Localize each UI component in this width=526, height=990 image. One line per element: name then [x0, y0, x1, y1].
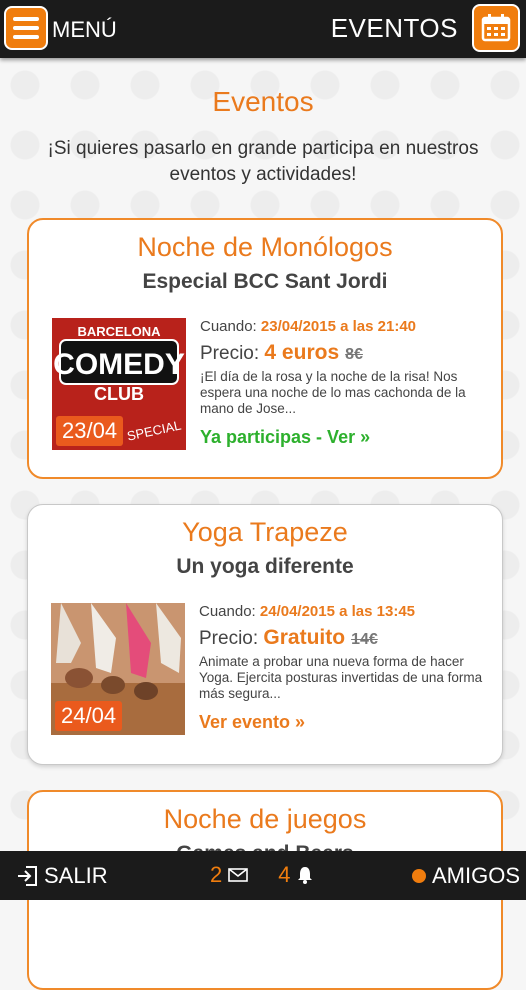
event-image: 24/04	[51, 603, 185, 735]
bottom-bar: SALIR 2 4 AMIGOS	[0, 851, 526, 900]
friends-label: AMIGOS	[431, 863, 520, 888]
event-description: Animate a probar una nueva forma de hace…	[199, 654, 483, 701]
event-price: Precio: 4 euros 8€	[200, 341, 363, 364]
event-card[interactable]: Yoga Trapeze Un yoga diferente 24/04 Cua…	[27, 504, 503, 765]
friends-button[interactable]: AMIGOS	[411, 863, 520, 889]
svg-text:CLUB: CLUB	[94, 384, 144, 404]
notification-counters: 2 4	[210, 862, 313, 888]
page-title: Eventos	[212, 86, 314, 117]
menu-button[interactable]	[4, 6, 48, 50]
date-badge: 23/04	[56, 416, 124, 446]
event-info: Cuando: 24/04/2015 a las 13:45 Precio: G…	[199, 603, 489, 733]
svg-text:BARCELONA: BARCELONA	[77, 324, 161, 339]
messages-button[interactable]: 2	[210, 862, 249, 888]
event-when: Cuando: 24/04/2015 a las 13:45	[199, 603, 416, 620]
svg-text:COMEDY: COMEDY	[53, 348, 185, 381]
notifications-button[interactable]: 4	[278, 862, 312, 888]
top-bar: MENÚ EVENTOS	[0, 0, 526, 58]
event-card[interactable]: Noche de Monólogos Especial BCC Sant Jor…	[27, 218, 503, 479]
event-description: ¡El día de la rosa y la noche de la risa…	[200, 369, 466, 416]
calendar-button[interactable]	[472, 4, 520, 52]
messages-count: 2	[210, 862, 223, 887]
bell-icon	[297, 867, 312, 884]
event-image: BARCELONA COMEDY CLUB SPECIAL 23/04	[52, 318, 186, 450]
exit-button[interactable]: SALIR	[16, 863, 108, 889]
mail-icon	[228, 868, 249, 882]
online-dot-icon	[411, 869, 426, 883]
event-link[interactable]: Ya participas - Ver »	[200, 427, 490, 448]
event-link[interactable]: Ver evento »	[199, 712, 489, 733]
event-subtitle: Un yoga diferente	[176, 555, 354, 578]
event-title: Noche de juegos	[163, 804, 367, 834]
event-when: Cuando: 23/04/2015 a las 21:40	[200, 318, 417, 335]
event-subtitle: Especial BCC Sant Jordi	[142, 270, 388, 293]
event-price: Precio: Gratuito 14€	[199, 626, 378, 649]
event-title: Yoga Trapeze	[182, 517, 348, 547]
logout-icon	[18, 866, 37, 886]
date-badge: 24/04	[55, 701, 123, 731]
event-title: Noche de Monólogos	[137, 232, 393, 262]
menu-label[interactable]: MENÚ	[52, 17, 117, 43]
calendar-icon	[481, 14, 511, 42]
page-intro: ¡Si quieres pasarlo en grande participa …	[47, 138, 479, 185]
exit-label: SALIR	[44, 863, 108, 888]
section-title: EVENTOS	[330, 13, 458, 43]
notifications-count: 4	[278, 862, 291, 887]
hamburger-icon	[13, 17, 39, 21]
event-info: Cuando: 23/04/2015 a las 21:40 Precio: 4…	[200, 318, 490, 448]
